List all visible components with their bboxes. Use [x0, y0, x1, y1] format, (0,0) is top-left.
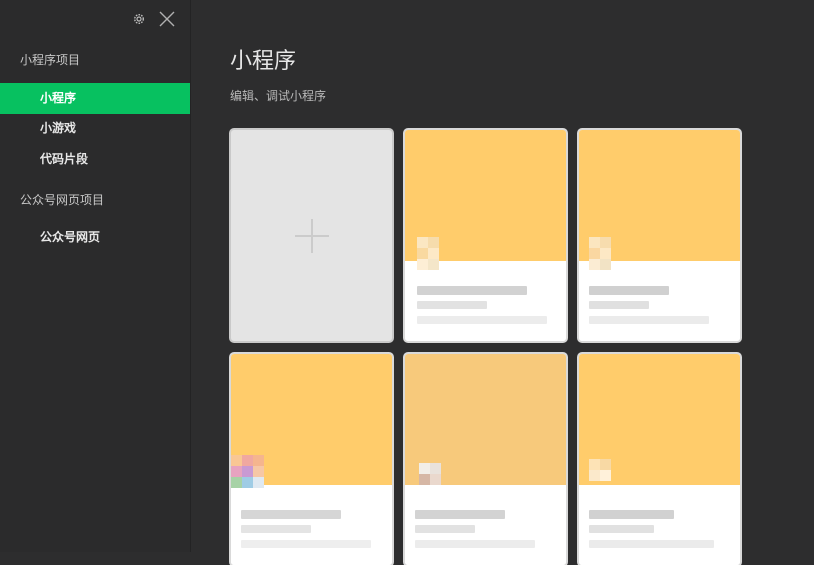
plus-icon — [295, 219, 329, 253]
project-info — [579, 237, 740, 341]
main-panel: 小程序 编辑、调试小程序 — [191, 0, 814, 565]
section-official-account-projects: 公众号网页项目 — [20, 193, 105, 207]
page-subtitle: 编辑、调试小程序 — [230, 89, 327, 103]
project-info — [231, 455, 392, 565]
project-card[interactable] — [405, 130, 566, 341]
sidebar-item-official-webpage[interactable]: 公众号网页 — [0, 222, 190, 253]
sidebar: 小程序项目 小程序 小游戏 代码片段 公众号网页项目 公众号网页 — [0, 0, 191, 552]
section-miniprogram-projects: 小程序项目 — [20, 53, 81, 67]
gear-icon[interactable] — [131, 11, 147, 27]
project-card[interactable] — [579, 130, 740, 341]
window-controls — [131, 10, 175, 28]
project-info — [405, 237, 566, 341]
project-info — [405, 463, 566, 565]
sidebar-item-miniprogram[interactable]: 小程序 — [0, 83, 190, 114]
project-card[interactable] — [231, 354, 392, 565]
page-title: 小程序 — [230, 49, 297, 74]
project-card[interactable] — [579, 354, 740, 565]
sidebar-item-minigame[interactable]: 小游戏 — [0, 113, 190, 144]
close-icon[interactable] — [159, 11, 175, 27]
new-project-card[interactable] — [231, 130, 392, 341]
project-info — [579, 459, 740, 565]
sidebar-item-code-snippets[interactable]: 代码片段 — [0, 144, 190, 175]
project-card[interactable] — [405, 354, 566, 565]
